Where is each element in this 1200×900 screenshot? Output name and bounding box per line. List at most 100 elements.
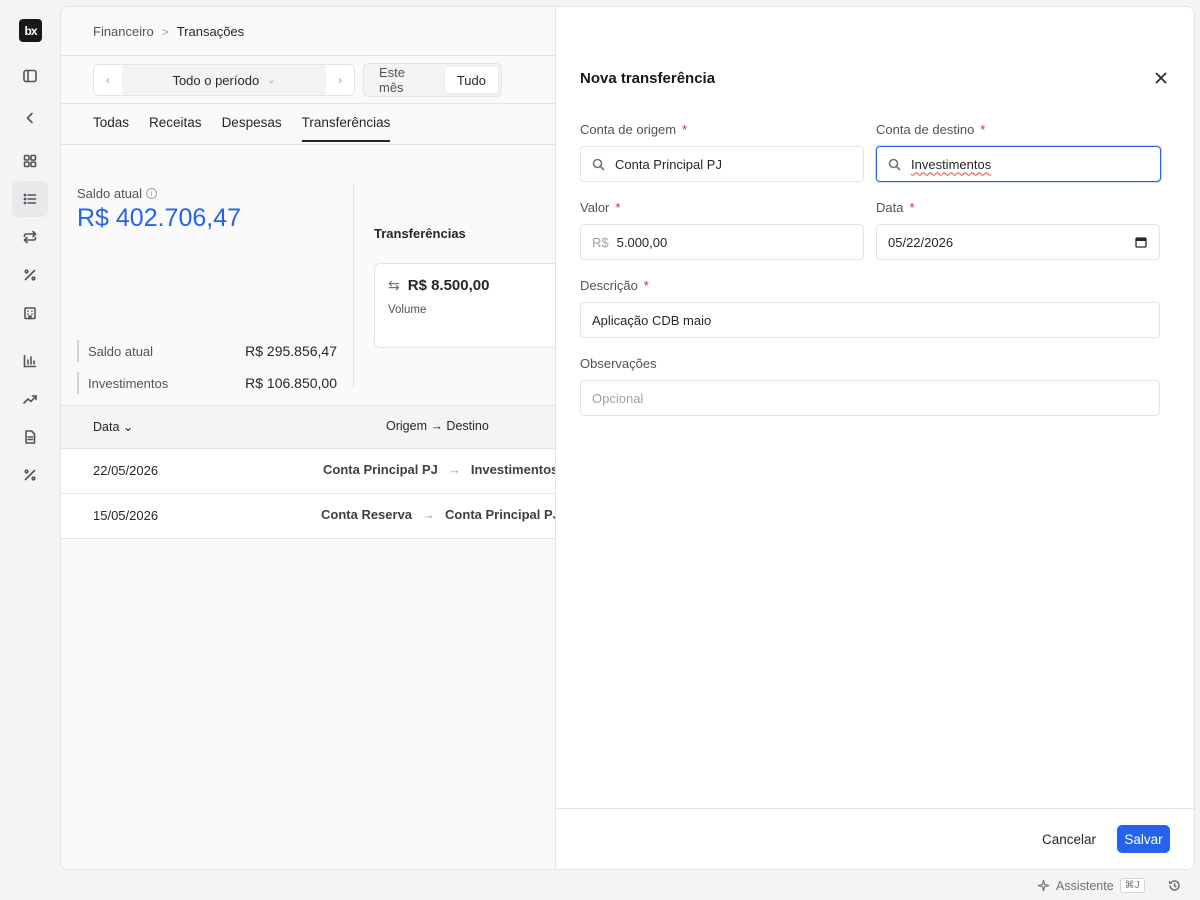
row-date: 22/05/2026 bbox=[93, 463, 159, 478]
breadcrumb-current: Transações bbox=[176, 24, 245, 39]
table-row[interactable]: 15/05/2026 Conta Reserva → Conta Princip… bbox=[61, 494, 560, 539]
building-icon[interactable] bbox=[12, 295, 48, 331]
save-button[interactable]: Salvar bbox=[1117, 825, 1170, 853]
account-value: R$ 106.850,00 bbox=[245, 375, 337, 391]
period-dropdown[interactable]: Todo o período ⌄ bbox=[122, 65, 326, 95]
notes-label: Observações bbox=[580, 356, 657, 371]
drawer-title: Nova transferência bbox=[580, 70, 716, 87]
dashboard-icon[interactable] bbox=[12, 143, 48, 179]
back-icon[interactable] bbox=[12, 100, 48, 136]
transactions-list-icon[interactable] bbox=[12, 181, 48, 217]
amount-label-text: Valor bbox=[580, 200, 610, 215]
transfers-sub: Volume bbox=[388, 304, 427, 316]
tab-despesas[interactable]: Despesas bbox=[222, 115, 282, 142]
search-icon bbox=[888, 158, 901, 171]
period-selector: ‹ Todo o período ⌄ › bbox=[93, 64, 355, 96]
description-field[interactable]: Aplicação CDB maio bbox=[580, 302, 1160, 338]
cancel-button[interactable]: Cancelar bbox=[1042, 832, 1096, 847]
date-field[interactable]: 05/22/2026 bbox=[876, 224, 1160, 260]
arrow-right-icon: → bbox=[447, 462, 461, 477]
account-value: R$ 295.856,47 bbox=[245, 343, 337, 359]
history-icon[interactable] bbox=[1168, 879, 1181, 892]
sort-by-date-header[interactable]: Data ⌄ bbox=[93, 419, 133, 434]
date-label: Data * bbox=[876, 200, 915, 215]
period-label: Todo o período bbox=[172, 72, 260, 88]
balance-label-text: Saldo atual bbox=[77, 186, 143, 201]
trending-up-icon[interactable] bbox=[12, 381, 48, 417]
row-route: Conta Principal PJ → Investimentos bbox=[323, 462, 558, 477]
table-row[interactable]: 22/05/2026 Conta Principal PJ → Investim… bbox=[61, 449, 558, 494]
divider bbox=[61, 144, 555, 145]
calendar-icon[interactable] bbox=[1135, 236, 1147, 248]
dest-account-field[interactable]: Investimentos bbox=[876, 146, 1161, 182]
tab-todas[interactable]: Todas bbox=[93, 115, 129, 142]
amount-field[interactable]: R$ 5.000,00 bbox=[580, 224, 864, 260]
info-icon[interactable]: i bbox=[146, 188, 158, 199]
route-to: Conta Principal PJ bbox=[445, 507, 560, 522]
transaction-tabs: Todas Receitas Despesas Transferências bbox=[93, 115, 391, 142]
required-mark: * bbox=[980, 122, 986, 137]
breadcrumb-financeiro[interactable]: Financeiro bbox=[93, 24, 154, 39]
row-date: 15/05/2026 bbox=[93, 508, 159, 523]
date-value: 05/22/2026 bbox=[888, 234, 954, 250]
route-from: Conta Reserva bbox=[321, 507, 413, 522]
notes-field[interactable]: Opcional bbox=[580, 380, 1160, 416]
divider bbox=[353, 184, 354, 389]
document-icon[interactable] bbox=[12, 419, 48, 455]
table-header: Data ⌄ Origem → Destino bbox=[61, 405, 555, 449]
dest-label: Conta de destino * bbox=[876, 122, 985, 137]
balance-value: R$ 402.706,47 bbox=[77, 204, 242, 232]
breadcrumb: Financeiro > Transações bbox=[93, 24, 244, 39]
toggle-tudo[interactable]: Tudo bbox=[444, 67, 498, 93]
next-period-button[interactable]: › bbox=[326, 65, 354, 95]
currency-prefix: R$ bbox=[592, 234, 609, 250]
transfers-amount-row: ⇆ R$ 8.500,00 bbox=[388, 277, 489, 294]
divider bbox=[61, 103, 555, 104]
percent-icon[interactable] bbox=[12, 457, 48, 493]
required-mark: * bbox=[643, 278, 649, 293]
tab-receitas[interactable]: Receitas bbox=[149, 115, 202, 142]
amount-label: Valor * bbox=[580, 200, 620, 215]
account-row: Investimentos R$ 106.850,00 bbox=[77, 372, 337, 394]
new-transfer-drawer: Nova transferência Conta de origem * Cont… bbox=[555, 7, 1194, 869]
origin-value: Conta Principal PJ bbox=[615, 156, 722, 172]
sparkle-icon bbox=[1037, 879, 1050, 892]
origin-label: Conta de origem * bbox=[580, 122, 687, 137]
assistant-label: Assistente bbox=[1056, 878, 1114, 893]
origin-account-field[interactable]: Conta Principal PJ bbox=[580, 146, 864, 182]
transfers-volume-card: ⇆ R$ 8.500,00 Volume bbox=[374, 263, 574, 348]
origin-label-text: Conta de origem bbox=[580, 122, 677, 137]
sidebar-toggle-icon[interactable] bbox=[12, 58, 48, 94]
chevron-down-icon: ⌄ bbox=[267, 74, 276, 86]
transfer-icon[interactable] bbox=[12, 219, 48, 255]
breadcrumb-chevron-icon: > bbox=[161, 24, 169, 39]
amount-value: 5.000,00 bbox=[616, 234, 668, 250]
description-label-text: Descrição bbox=[580, 278, 638, 293]
assistant-button[interactable]: Assistente ⌘J bbox=[1037, 878, 1145, 893]
route-to: Investimentos bbox=[470, 462, 559, 477]
notes-placeholder: Opcional bbox=[592, 390, 644, 406]
route-header: Origem → Destino bbox=[386, 419, 489, 433]
tab-transferencias[interactable]: Transferências bbox=[301, 115, 391, 142]
transfers-amount: R$ 8.500,00 bbox=[407, 277, 490, 294]
row-route: Conta Reserva → Conta Principal PJ bbox=[321, 507, 560, 522]
search-icon bbox=[592, 158, 605, 171]
account-name: Saldo atual bbox=[88, 343, 154, 359]
dest-value: Investimentos bbox=[911, 156, 992, 172]
drawer-footer-divider bbox=[556, 808, 1194, 809]
account-row: Saldo atual R$ 295.856,47 bbox=[77, 340, 337, 362]
toggle-este-mes[interactable]: Este mês bbox=[367, 65, 445, 95]
transfers-title: Transferências bbox=[374, 226, 466, 241]
close-icon[interactable] bbox=[1153, 70, 1169, 86]
swap-icon: ⇆ bbox=[388, 277, 400, 293]
required-mark: * bbox=[909, 200, 915, 215]
app-logo[interactable]: bx bbox=[19, 19, 42, 42]
arrow-right-icon: → bbox=[422, 507, 436, 522]
account-name: Investimentos bbox=[88, 375, 169, 391]
bar-chart-icon[interactable] bbox=[12, 343, 48, 379]
balance-label: Saldo atual i bbox=[77, 186, 158, 201]
left-rail: bx bbox=[0, 0, 60, 900]
date-label-text: Data bbox=[876, 200, 904, 215]
percent-icon[interactable] bbox=[12, 257, 48, 293]
prev-period-button[interactable]: ‹ bbox=[94, 65, 122, 95]
